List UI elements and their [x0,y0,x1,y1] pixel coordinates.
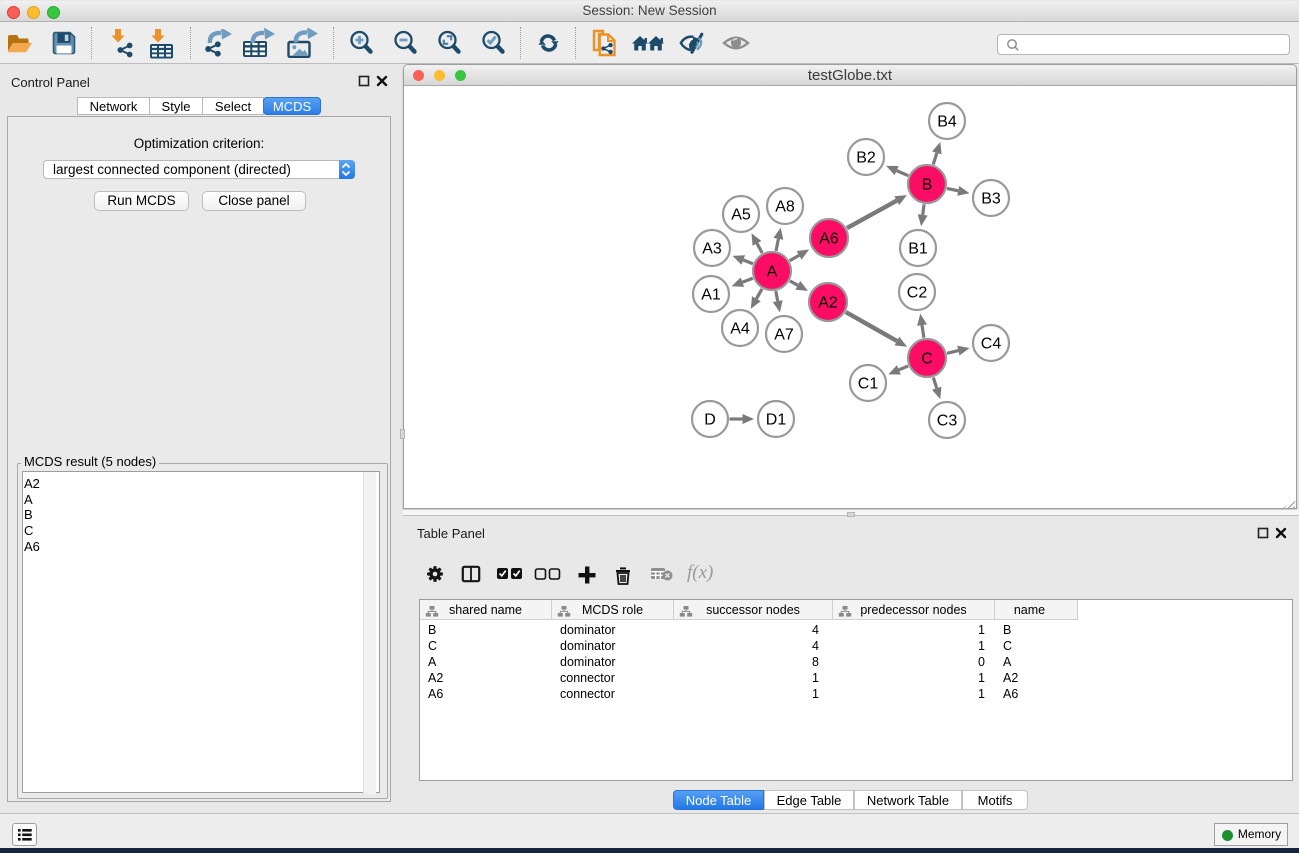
svg-text:B1: B1 [908,241,928,258]
svg-text:C2: C2 [907,285,928,302]
svg-text:C: C [921,351,933,368]
svg-text:B2: B2 [856,150,876,167]
svg-text:A3: A3 [702,241,722,258]
svg-text:D: D [704,412,716,429]
svg-text:A8: A8 [775,199,795,216]
svg-text:A5: A5 [731,207,751,224]
svg-text:B: B [922,177,933,194]
svg-text:A1: A1 [701,287,721,304]
svg-text:C1: C1 [858,376,879,393]
svg-text:B3: B3 [981,191,1001,208]
svg-text:A6: A6 [819,231,839,248]
svg-text:B4: B4 [937,114,957,131]
svg-text:A4: A4 [730,321,750,338]
svg-text:A7: A7 [774,327,794,344]
svg-text:A2: A2 [818,295,838,312]
svg-text:C4: C4 [981,336,1002,353]
svg-text:D1: D1 [766,412,787,429]
svg-text:A: A [767,264,778,281]
svg-text:C3: C3 [937,413,958,430]
